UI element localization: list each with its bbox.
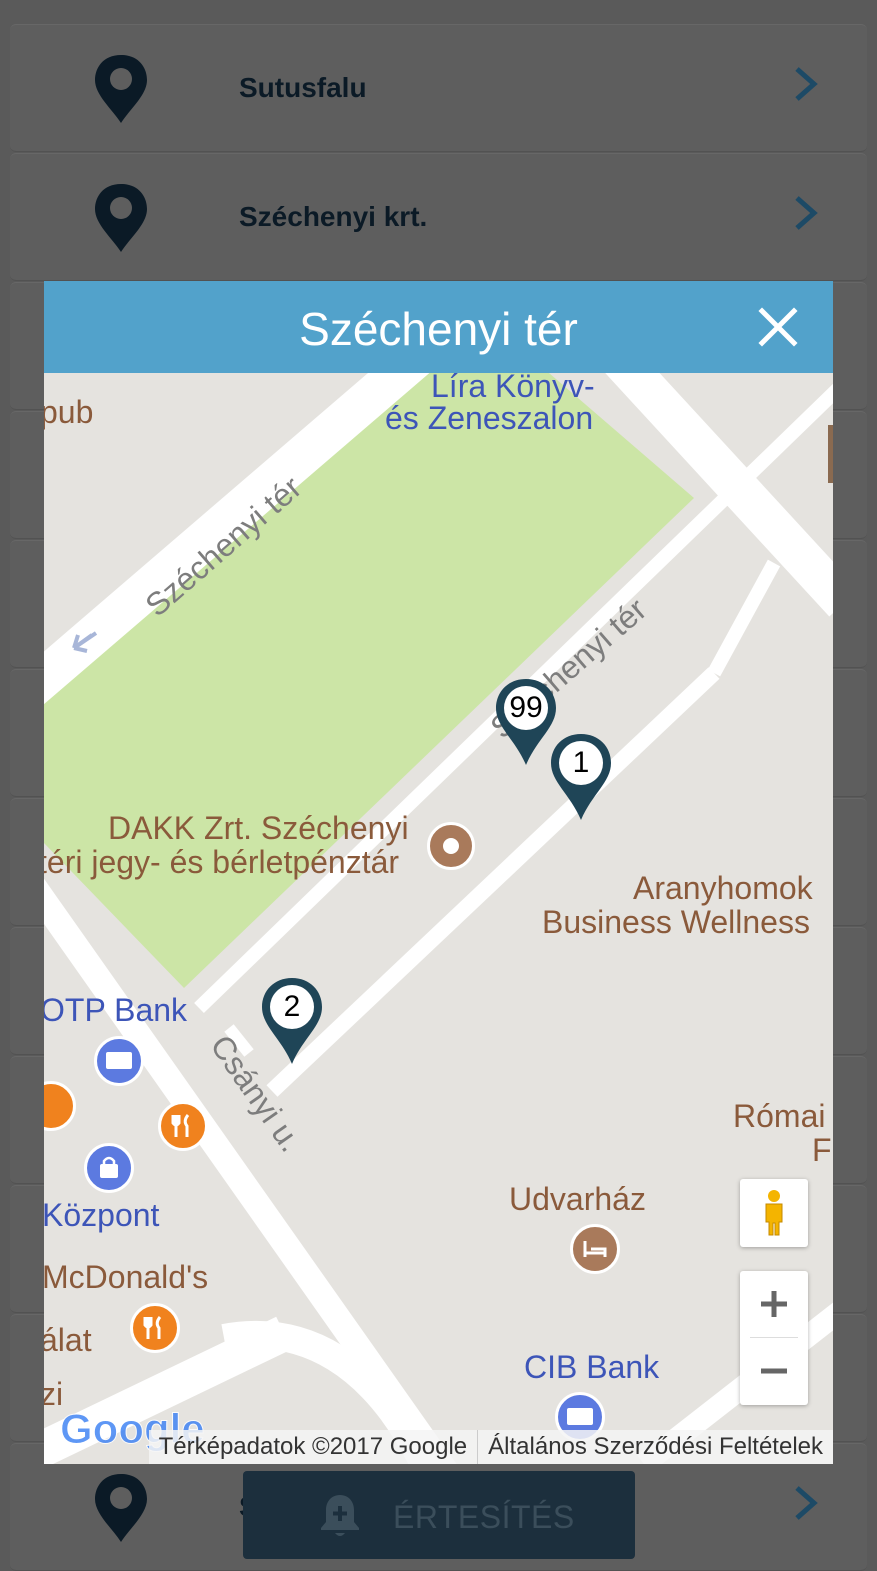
map-label-mcdonalds: McDonald's: [44, 1259, 209, 1295]
close-icon[interactable]: [750, 299, 806, 355]
list-item-label: Széchenyi krt.: [239, 201, 428, 232]
map-label-lira: és Zeneszalon: [385, 400, 594, 436]
zoom-in-button[interactable]: [740, 1271, 808, 1337]
terms-link[interactable]: Általános Szerződési Feltételek: [477, 1430, 833, 1464]
zoom-out-button[interactable]: [740, 1338, 808, 1404]
map-label-otp: OTP Bank: [44, 992, 188, 1028]
map-label-romai: Római: [733, 1098, 826, 1134]
zoom-controls: [740, 1271, 808, 1405]
marker-label: 1: [572, 746, 590, 779]
map-label-romai: F: [812, 1132, 832, 1168]
atm-icon[interactable]: [94, 1036, 144, 1086]
map-label-dakk: téri jegy- és bérletpénztár: [44, 844, 400, 880]
map-view[interactable]: pub Líra Könyv- és Zeneszalon Széchenyi …: [44, 369, 833, 1464]
chevron-right-icon: [795, 196, 818, 230]
map-modal: Széchenyi tér pub Líra Könyv- és Zenesza…: [44, 281, 833, 1464]
map-label-udvarhaz: Udvarház: [509, 1181, 646, 1217]
map-marker[interactable]: 1: [548, 732, 614, 822]
restaurant-icon[interactable]: [130, 1303, 180, 1353]
notify-label: ÉRTESÍTÉS: [393, 1499, 575, 1535]
pegman-icon: [765, 1190, 783, 1236]
chevron-right-icon: [795, 1486, 818, 1520]
modal-title: Széchenyi tér: [299, 303, 578, 355]
street-view-button[interactable]: [740, 1179, 808, 1247]
list-item[interactable]: Széchenyi krt.: [10, 153, 867, 281]
map-pin-icon: [95, 184, 147, 252]
map-label-cib: CIB Bank: [524, 1349, 660, 1385]
notify-button[interactable]: ÉRTESÍTÉS: [243, 1471, 635, 1559]
map-label-lira: Líra Könyv-: [431, 368, 595, 404]
bell-plus-icon: [321, 1495, 359, 1536]
map-label-aranyhomok: Business Wellness: [542, 904, 810, 940]
map-label-alat: álat: [44, 1322, 92, 1358]
shopping-icon[interactable]: [84, 1143, 134, 1193]
map-marker[interactable]: 2: [259, 976, 325, 1066]
map-label-pub: pub: [44, 394, 94, 430]
map-pin-icon: [95, 55, 147, 123]
map-attribution: Térképadatok ©2017 Google Általános Szerz…: [148, 1430, 833, 1464]
map-label-aranyhomok: Aranyhomok: [633, 870, 813, 906]
marker-label: 99: [509, 691, 543, 724]
chevron-right-icon: [795, 67, 818, 101]
restaurant-icon[interactable]: [158, 1101, 208, 1151]
map-label-dakk: DAKK Zrt. Széchenyi: [108, 810, 409, 846]
hotel-icon[interactable]: [570, 1224, 620, 1274]
map-label-kozpont: Központ: [44, 1197, 160, 1233]
list-item-label: Sutusfalu: [239, 72, 367, 103]
list-item[interactable]: Sutusfalu: [10, 24, 867, 152]
ticket-office-icon[interactable]: [427, 822, 475, 870]
map-pin-icon: [95, 1474, 147, 1542]
map-data-attribution: Térképadatok ©2017 Google: [158, 1433, 468, 1460]
modal-header: Széchenyi tér: [44, 281, 833, 373]
marker-label: 2: [283, 990, 301, 1023]
